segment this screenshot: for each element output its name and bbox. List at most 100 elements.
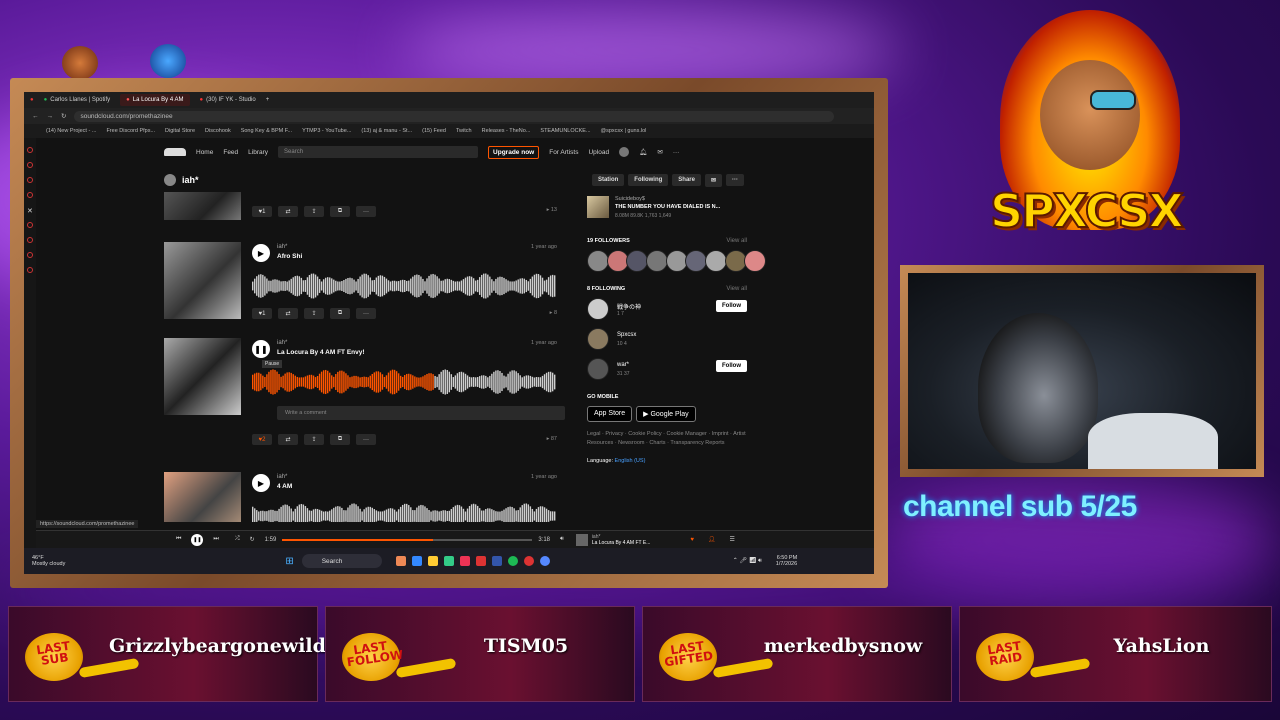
file-explorer-icon[interactable] <box>427 556 438 566</box>
sidebar-icon[interactable] <box>27 177 33 183</box>
app-icon[interactable] <box>459 556 470 566</box>
like-button[interactable]: ♥ 2 <box>252 434 272 445</box>
waveform[interactable] <box>252 272 556 300</box>
taskbar-search[interactable]: Search <box>301 554 382 568</box>
following-item[interactable]: Spxcsx 10 4 <box>587 328 747 358</box>
tab-soundcloud[interactable]: ● La Locura By 4 AM <box>120 94 190 106</box>
spotify-icon[interactable] <box>507 556 518 566</box>
bookmark-item[interactable]: (13) aj & manu - St... <box>361 128 412 134</box>
like-icon[interactable]: ♥ <box>690 537 694 543</box>
copy-button[interactable]: ⧉ <box>330 434 350 445</box>
sidebar-icon[interactable] <box>27 222 33 228</box>
forward-icon[interactable]: → <box>47 113 54 120</box>
view-all-link[interactable]: View all <box>726 238 747 244</box>
like-button[interactable]: ♥ 1 <box>252 308 272 319</box>
follower-avatar[interactable] <box>705 250 728 272</box>
liked-track[interactable]: Suicideboy$ THE NUMBER YOU HAVE DIALED I… <box>587 196 747 226</box>
waveform[interactable] <box>252 502 556 522</box>
now-playing-info[interactable]: iah* La Locura By 4 AM FT E... <box>592 534 651 546</box>
bookmark-item[interactable]: Discohook <box>205 128 231 134</box>
bookmark-item[interactable]: Free Discord Pfps... <box>106 128 155 134</box>
follower-avatar[interactable] <box>646 250 669 272</box>
sidebar-icon[interactable] <box>27 237 33 243</box>
next-icon[interactable]: ⏭ <box>213 536 218 543</box>
prev-icon[interactable]: ⏮ <box>176 536 181 543</box>
track-artwork[interactable] <box>164 242 241 319</box>
track-title[interactable]: 4 AM <box>277 483 292 490</box>
follower-avatar[interactable] <box>587 250 609 272</box>
url-input[interactable]: soundcloud.com/promethazinee <box>74 110 834 122</box>
track-artist[interactable]: iah* <box>277 474 287 480</box>
chrome-icon[interactable] <box>523 556 534 566</box>
sidebar-icon[interactable] <box>27 267 33 273</box>
pause-button[interactable]: ❚❚ <box>191 533 204 546</box>
follow-button[interactable]: Follow <box>716 300 747 312</box>
sidebar-icon[interactable] <box>27 192 33 198</box>
tab-youtube[interactable]: ● (30) IF YK - Studio <box>194 94 262 106</box>
track-artwork[interactable] <box>164 338 241 415</box>
repost-button[interactable]: ⇄ <box>278 206 298 217</box>
copy-button[interactable]: ⧉ <box>330 206 350 217</box>
edge-icon[interactable] <box>411 556 422 566</box>
more-button[interactable]: ··· <box>356 434 376 445</box>
share-button[interactable]: ⇪ <box>304 434 324 445</box>
track-title[interactable]: Afro Shi <box>277 253 302 260</box>
track-title[interactable]: La Locura By 4 AM FT Envy! <box>277 349 365 356</box>
repost-button[interactable]: ⇄ <box>278 434 298 445</box>
upgrade-button[interactable]: Upgrade now <box>488 145 540 159</box>
nav-home[interactable]: Home <box>196 149 213 156</box>
sidebar-icon[interactable] <box>27 162 33 168</box>
tab-spotify[interactable]: ● Carlos Llanes | Spotify <box>38 94 117 106</box>
following-button[interactable]: Following <box>628 174 669 186</box>
queue-icon[interactable]: ☰ <box>730 536 735 543</box>
copy-button[interactable]: ⧉ <box>330 308 350 319</box>
view-all-link[interactable]: View all <box>726 286 747 292</box>
message-button[interactable]: ✉︎ <box>704 173 722 187</box>
soundcloud-logo-icon[interactable] <box>164 148 186 156</box>
app-store-button[interactable]: App Store <box>587 406 633 422</box>
play-button[interactable]: ▶ <box>252 244 270 262</box>
weather-widget[interactable]: 46°F Mostly cloudy <box>32 555 65 567</box>
following-item[interactable]: war* 31 37 Follow <box>587 358 747 388</box>
back-icon[interactable]: ← <box>32 113 39 120</box>
share-button[interactable]: ⇪ <box>304 308 324 319</box>
bookmark-item[interactable]: @spxcsx | guns.lol <box>601 128 647 134</box>
repeat-icon[interactable]: ↻ <box>250 536 255 543</box>
for-artists-link[interactable]: For Artists <box>549 149 578 156</box>
new-tab-button[interactable]: + <box>266 97 270 103</box>
search-input[interactable]: Search <box>278 146 479 158</box>
x-icon[interactable]: ✕ <box>27 207 33 215</box>
upload-link[interactable]: Upload <box>588 149 609 156</box>
now-playing-artwork[interactable] <box>575 533 588 546</box>
station-button[interactable]: Station <box>591 174 625 186</box>
sidebar-icon[interactable] <box>27 252 33 258</box>
track-artwork[interactable] <box>164 192 241 220</box>
follow-button[interactable]: Follow <box>716 360 747 372</box>
track-artist[interactable]: iah* <box>277 340 287 346</box>
app-icon[interactable] <box>475 556 486 566</box>
play-button[interactable]: ▶ <box>252 474 270 492</box>
bookmark-item[interactable]: STEAMUNLOCKE... <box>540 128 590 134</box>
app-icon[interactable] <box>443 556 454 566</box>
bookmark-item[interactable]: YTMP3 - YouTube... <box>302 128 351 134</box>
mail-icon[interactable]: ✉︎ <box>657 148 662 156</box>
follower-avatar[interactable] <box>744 250 767 272</box>
nav-feed[interactable]: Feed <box>223 149 238 156</box>
avatar[interactable] <box>619 147 630 157</box>
comment-input[interactable]: Write a comment <box>277 406 565 420</box>
more-button[interactable]: ··· <box>356 308 376 319</box>
nav-library[interactable]: Library <box>248 149 268 156</box>
bookmark-item[interactable]: Digital Store <box>165 128 195 134</box>
sidebar-icon[interactable] <box>27 147 33 153</box>
discord-icon[interactable] <box>539 556 550 566</box>
share-button[interactable]: ⇪ <box>304 206 324 217</box>
bookmark-item[interactable]: (15) Feed <box>422 128 446 134</box>
waveform[interactable] <box>252 192 556 198</box>
clock[interactable]: 6:50 PM 1/7/2026 <box>776 555 797 567</box>
bookmark-item[interactable]: Song Key & BPM F... <box>241 128 292 134</box>
footer-links[interactable]: Legal · Privacy · Cookie Policy · Cookie… <box>587 430 747 448</box>
reload-icon[interactable]: ↻ <box>61 112 66 120</box>
more-icon[interactable]: ··· <box>673 149 680 156</box>
pause-button[interactable]: ❚❚ <box>252 340 270 358</box>
follow-user-icon[interactable]: 👤︎ <box>708 536 716 543</box>
